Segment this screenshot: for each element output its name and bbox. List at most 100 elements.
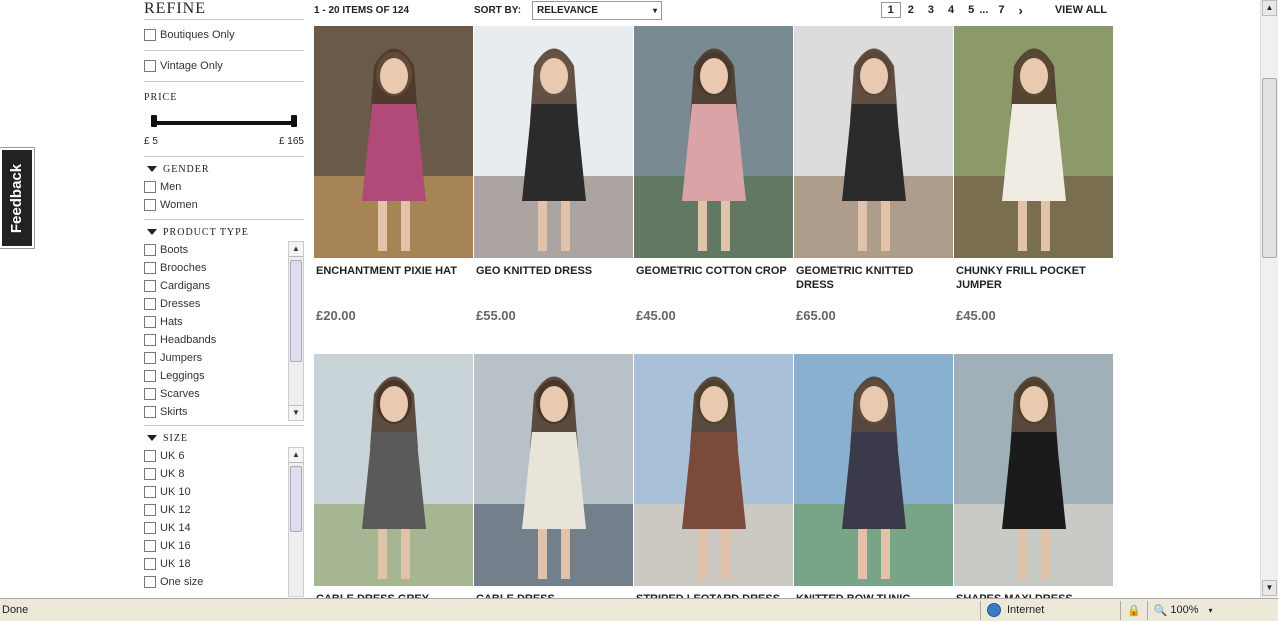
product-type-option[interactable]: Leggings — [144, 367, 286, 385]
product-card[interactable]: GEOMETRIC KNITTED DRESS £65.00 — [794, 26, 953, 323]
product-type-option[interactable]: Scarves — [144, 385, 286, 403]
boutiques-only-option[interactable]: Boutiques Only — [144, 26, 304, 44]
page-link[interactable]: 2 — [901, 4, 921, 16]
checkbox[interactable] — [144, 558, 156, 570]
pagination: 1 2 3 4 5 ... 7 › VIEW ALL — [880, 0, 1114, 20]
size-option[interactable]: One size — [144, 573, 286, 591]
product-card[interactable]: STRIPED LEOTARD DRESS — [634, 354, 793, 598]
checkbox[interactable] — [144, 406, 156, 418]
checkbox[interactable] — [144, 486, 156, 498]
product-photo[interactable] — [794, 354, 953, 586]
product-name[interactable]: ENCHANTMENT PIXIE HAT — [314, 264, 473, 304]
product-photo[interactable] — [794, 26, 953, 258]
product-card[interactable]: KNITTED BOW TUNIC — [794, 354, 953, 598]
checkbox[interactable] — [144, 468, 156, 480]
checkbox[interactable] — [144, 352, 156, 364]
size-option[interactable]: UK 6 — [144, 447, 286, 465]
price-min-handle[interactable] — [151, 115, 157, 127]
product-card[interactable]: CHUNKY FRILL POCKET JUMPER £45.00 — [954, 26, 1113, 323]
page-link[interactable]: 4 — [941, 4, 961, 16]
product-photo[interactable] — [474, 354, 633, 586]
scroll-up-icon[interactable]: ▲ — [1262, 0, 1277, 16]
product-photo[interactable] — [314, 354, 473, 586]
product-type-scrollbar[interactable]: ▲ ▼ — [288, 241, 304, 421]
product-card[interactable]: CABLE DRESS — [474, 354, 633, 598]
option-label: UK 18 — [160, 558, 191, 570]
size-option[interactable]: UK 18 — [144, 555, 286, 573]
feedback-tab[interactable]: Feedback — [0, 147, 35, 249]
checkbox[interactable] — [144, 504, 156, 516]
scroll-down-icon[interactable]: ▼ — [289, 405, 303, 420]
size-option[interactable]: UK 12 — [144, 501, 286, 519]
product-photo[interactable] — [314, 26, 473, 258]
product-name[interactable]: GEOMETRIC COTTON CROP — [634, 264, 793, 304]
scroll-thumb[interactable] — [1262, 78, 1277, 258]
product-photo[interactable] — [954, 26, 1113, 258]
gender-option-women[interactable]: Women — [144, 196, 304, 214]
product-card[interactable]: GEO KNITTED DRESS £55.00 — [474, 26, 633, 323]
product-name[interactable]: GEOMETRIC KNITTED DRESS — [794, 264, 953, 304]
checkbox[interactable] — [144, 576, 156, 588]
checkbox[interactable] — [144, 370, 156, 382]
product-photo[interactable] — [474, 26, 633, 258]
product-type-option[interactable]: Cardigans — [144, 277, 286, 295]
next-page-icon[interactable]: › — [1012, 3, 1030, 18]
size-scrollbar[interactable]: ▲ — [288, 447, 304, 597]
boutiques-only-checkbox[interactable] — [144, 29, 156, 41]
product-type-option[interactable]: Brooches — [144, 259, 286, 277]
size-toggle[interactable]: SIZE — [144, 429, 304, 447]
vintage-only-option[interactable]: Vintage Only — [144, 57, 304, 75]
checkbox[interactable] — [144, 316, 156, 328]
product-photo[interactable] — [634, 354, 793, 586]
checkbox[interactable] — [144, 280, 156, 292]
zoom-control[interactable]: 🔍 100% ▾ — [1146, 600, 1219, 620]
gender-toggle[interactable]: GENDER — [144, 160, 304, 178]
product-photo[interactable] — [634, 26, 793, 258]
checkbox[interactable] — [144, 388, 156, 400]
women-checkbox[interactable] — [144, 199, 156, 211]
checkbox[interactable] — [144, 334, 156, 346]
product-type-option[interactable]: Headbands — [144, 331, 286, 349]
scroll-up-icon[interactable]: ▲ — [289, 448, 303, 463]
page-link[interactable]: 7 — [991, 4, 1011, 16]
protected-mode-icon[interactable]: 🔒 — [1120, 600, 1147, 620]
product-name[interactable]: GEO KNITTED DRESS — [474, 264, 633, 304]
sort-select[interactable]: RELEVANCE ▾ — [532, 0, 662, 20]
scroll-down-icon[interactable]: ▼ — [1262, 580, 1277, 596]
size-option[interactable]: UK 10 — [144, 483, 286, 501]
checkbox[interactable] — [144, 244, 156, 256]
product-type-option[interactable]: Jumpers — [144, 349, 286, 367]
size-option[interactable]: UK 16 — [144, 537, 286, 555]
checkbox[interactable] — [144, 262, 156, 274]
view-all-link[interactable]: VIEW ALL — [1048, 4, 1114, 16]
product-type-option[interactable]: Skirts — [144, 403, 286, 421]
product-card[interactable]: ENCHANTMENT PIXIE HAT £20.00 — [314, 26, 473, 323]
product-type-toggle[interactable]: PRODUCT TYPE — [144, 223, 304, 241]
page-link[interactable]: 3 — [921, 4, 941, 16]
browser-scrollbar[interactable]: ▲ ▼ — [1260, 0, 1278, 598]
men-checkbox[interactable] — [144, 181, 156, 193]
product-type-option[interactable]: Hats — [144, 313, 286, 331]
scroll-up-icon[interactable]: ▲ — [289, 242, 303, 257]
page-link[interactable]: 5 — [961, 4, 976, 16]
product-card[interactable]: GEOMETRIC COTTON CROP £45.00 — [634, 26, 793, 323]
scroll-thumb[interactable] — [290, 260, 302, 362]
size-option[interactable]: UK 14 — [144, 519, 286, 537]
checkbox[interactable] — [144, 450, 156, 462]
product-photo[interactable] — [954, 354, 1113, 586]
checkbox[interactable] — [144, 540, 156, 552]
product-type-option[interactable]: Dresses — [144, 295, 286, 313]
product-card[interactable]: SHAPES MAXI DRESS — [954, 354, 1113, 598]
vintage-only-checkbox[interactable] — [144, 60, 156, 72]
price-slider[interactable] — [144, 112, 304, 136]
size-option[interactable]: UK 8 — [144, 465, 286, 483]
product-card[interactable]: CABLE DRESS GREY — [314, 354, 473, 598]
product-type-option[interactable]: Boots — [144, 241, 286, 259]
scroll-thumb[interactable] — [290, 466, 302, 532]
checkbox[interactable] — [144, 298, 156, 310]
checkbox[interactable] — [144, 522, 156, 534]
product-name[interactable]: CHUNKY FRILL POCKET JUMPER — [954, 264, 1113, 304]
page-link-current[interactable]: 1 — [880, 2, 901, 18]
gender-option-men[interactable]: Men — [144, 178, 304, 196]
price-max-handle[interactable] — [291, 115, 297, 127]
